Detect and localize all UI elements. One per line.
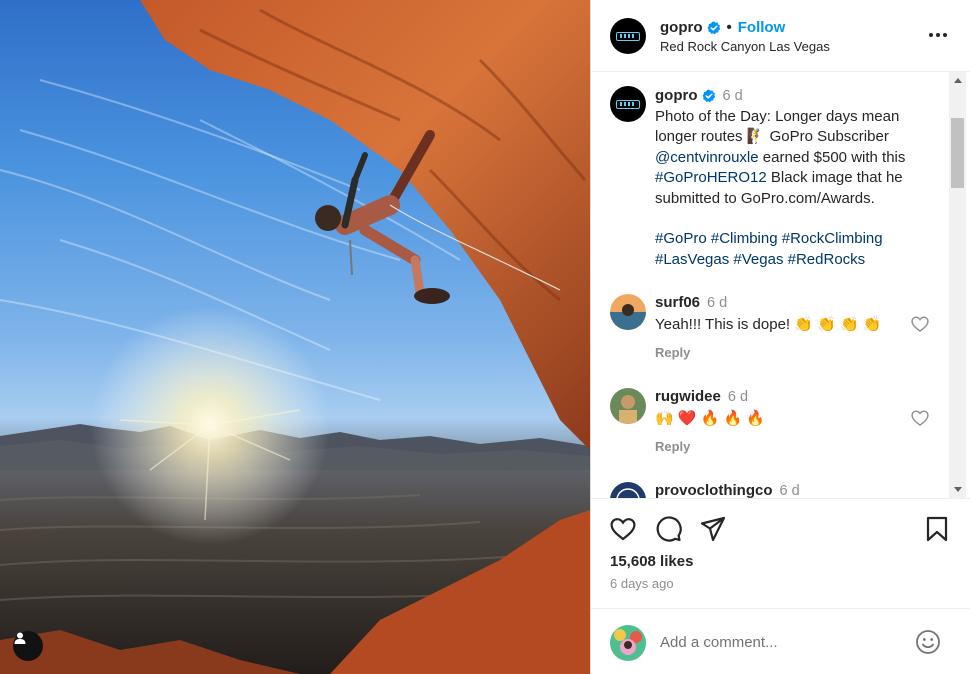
comment-icon[interactable] bbox=[654, 515, 682, 543]
my-avatar[interactable] bbox=[610, 625, 646, 661]
more-options-icon bbox=[928, 33, 949, 37]
author-row: gopro • Follow bbox=[660, 19, 785, 36]
heart-icon[interactable] bbox=[609, 515, 637, 543]
caption-hashtags: #GoPro #Climbing #RockClimbing #LasVegas… bbox=[655, 229, 935, 270]
post-header: gopro • Follow Red Rock Canyon Las Vegas bbox=[591, 0, 970, 72]
scrollbar-thumb[interactable] bbox=[951, 118, 964, 188]
comment-time[interactable]: 6 d bbox=[780, 483, 800, 499]
post-side-panel: gopro • Follow Red Rock Canyon Las Vegas… bbox=[590, 0, 970, 674]
scroll-down-arrow-icon[interactable] bbox=[954, 487, 962, 492]
comment-header: surf06 6 d bbox=[655, 294, 727, 311]
verified-badge-icon bbox=[707, 21, 720, 34]
comment-time[interactable]: 6 d bbox=[707, 295, 727, 311]
comment-header: rugwidee 6 d bbox=[655, 388, 748, 405]
avatar-image bbox=[610, 294, 646, 330]
caption-mid: earned $500 with this bbox=[762, 148, 906, 166]
hashtag-link[interactable]: #RedRocks bbox=[788, 251, 866, 268]
comment-username[interactable]: provoclothingco bbox=[655, 482, 773, 498]
commenter-avatar[interactable] bbox=[610, 294, 646, 330]
hashtag-link[interactable]: #Climbing bbox=[711, 230, 778, 247]
comments-scrollbar[interactable] bbox=[949, 72, 966, 498]
caption-subscriber: GoPro Subscriber bbox=[769, 128, 889, 145]
reply-button[interactable]: Reply bbox=[655, 439, 690, 454]
caption-time[interactable]: 6 d bbox=[723, 86, 743, 107]
caption-body: gopro 6 d Photo of the Day: Longer days … bbox=[655, 86, 935, 270]
mention-link[interactable]: @centvinrouxle bbox=[655, 149, 759, 166]
scroll-up-arrow-icon[interactable] bbox=[954, 78, 962, 83]
post-date[interactable]: 6 days ago bbox=[610, 576, 674, 591]
hashtag-link[interactable]: #RockClimbing bbox=[782, 230, 883, 247]
commenter-avatar[interactable] bbox=[610, 388, 646, 424]
author-username[interactable]: gopro bbox=[660, 19, 703, 36]
avatar-image bbox=[610, 388, 646, 424]
comment-composer bbox=[591, 608, 970, 674]
avatar-image bbox=[610, 482, 646, 498]
author-avatar[interactable] bbox=[610, 18, 646, 54]
separator-dot: • bbox=[726, 19, 732, 36]
comment-text: 🙌 ❤️ 🔥 🔥 🔥 bbox=[655, 410, 766, 427]
hashtag-link[interactable]: #GoProHERO12 bbox=[655, 169, 767, 186]
caption-header: gopro 6 d bbox=[655, 86, 935, 107]
emoji-icon[interactable] bbox=[915, 629, 941, 655]
post-location[interactable]: Red Rock Canyon Las Vegas bbox=[660, 39, 830, 54]
caption-text: Photo of the Day: Longer days mean longe… bbox=[655, 107, 935, 210]
hashtag-link[interactable]: #LasVegas bbox=[655, 251, 729, 268]
comment-username[interactable]: rugwidee bbox=[655, 388, 721, 405]
hashtag-link[interactable]: #GoPro bbox=[655, 230, 707, 247]
comment-username[interactable]: surf06 bbox=[655, 294, 700, 311]
hashtag-link[interactable]: #Vegas bbox=[733, 251, 783, 268]
heart-icon[interactable] bbox=[910, 408, 930, 428]
caption-author-avatar[interactable] bbox=[610, 86, 646, 122]
comments-list[interactable]: gopro 6 d Photo of the Day: Longer days … bbox=[591, 72, 949, 498]
follow-button[interactable]: Follow bbox=[738, 19, 786, 36]
comment-input[interactable] bbox=[660, 630, 900, 654]
climber-emoji: 🧗 bbox=[746, 128, 766, 145]
comment-time[interactable]: 6 d bbox=[728, 389, 748, 405]
gopro-logo-icon bbox=[616, 99, 640, 109]
verified-badge-icon bbox=[702, 89, 715, 103]
gopro-logo-icon bbox=[616, 31, 640, 41]
post-photo[interactable] bbox=[0, 0, 590, 674]
share-icon[interactable] bbox=[699, 515, 727, 543]
comment-text: Yeah!!! This is dope! 👏 👏 👏 👏 bbox=[655, 316, 882, 333]
bookmark-icon[interactable] bbox=[923, 515, 951, 543]
caption-username[interactable]: gopro bbox=[655, 86, 698, 107]
tagged-users-button[interactable] bbox=[13, 631, 43, 661]
photo-scene bbox=[0, 0, 590, 674]
reply-button[interactable]: Reply bbox=[655, 345, 690, 360]
heart-icon[interactable] bbox=[910, 314, 930, 334]
user-tag-icon bbox=[14, 632, 26, 644]
commenter-avatar[interactable] bbox=[610, 482, 646, 498]
post-actions: 15,608 likes 6 days ago bbox=[591, 498, 970, 608]
like-count[interactable]: 15,608 likes bbox=[610, 553, 693, 570]
comment-header: provoclothingco 6 d bbox=[655, 482, 800, 498]
avatar-image bbox=[610, 625, 646, 661]
more-options-button[interactable] bbox=[927, 24, 949, 46]
